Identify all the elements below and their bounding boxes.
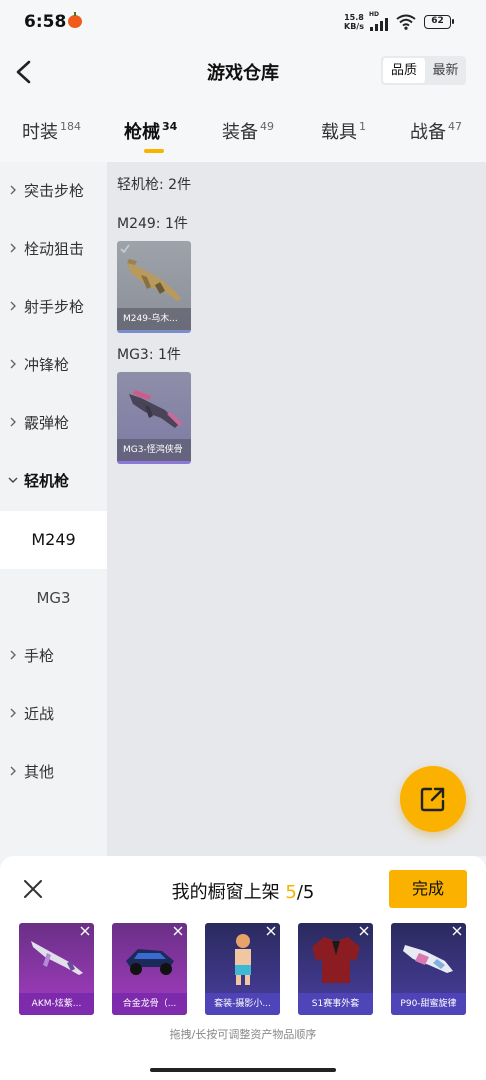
showcase-item-name: S1赛事外套 [298, 993, 373, 1015]
remove-icon[interactable] [173, 926, 183, 936]
jacket-skin-image [312, 937, 360, 983]
sidebar-item-smg[interactable]: 冲锋枪 [0, 336, 107, 394]
showcase-slot-akm[interactable]: AKM-炫紫... [19, 923, 94, 1015]
vehicle-skin-image [126, 949, 174, 975]
reorder-hint: 拖拽/长按可调整资产物品顺序 [169, 1028, 317, 1041]
p90-skin-image [403, 945, 453, 973]
sidebar-subitem-mg3[interactable]: MG3 [0, 569, 107, 627]
remove-icon[interactable] [359, 926, 369, 936]
sidebar-item-pistol[interactable]: 手枪 [0, 627, 107, 685]
tab-combat-supplies[interactable]: 战备 47 [410, 118, 462, 148]
chevron-right-icon [10, 708, 16, 718]
showcase-item-name: 套装-摄影小... [205, 993, 280, 1015]
item-list-panel: 轻机枪: 2件 M249: 1件 M249-乌木... MG3: 1件 MG3-… [107, 162, 486, 856]
weapon-type-sidebar: 突击步枪 栓动狙击 射手步枪 冲锋枪 霰弹枪 轻机枪 M249 MG3 手枪 近… [0, 162, 107, 856]
tab-costume[interactable]: 时装 184 [22, 118, 81, 148]
share-fab-button[interactable] [400, 766, 466, 832]
showcase-item-name: AKM-炫紫... [19, 993, 94, 1015]
showcase-slot-outfit[interactable]: 套装-摄影小... [205, 923, 280, 1015]
category-summary: 轻机枪: 2件 [117, 177, 192, 193]
sidebar-item-other[interactable]: 其他 [0, 743, 107, 801]
tab-firearms[interactable]: 枪械 34 [124, 118, 177, 153]
showcase-item-name: P90-甜蜜旋律 [391, 993, 466, 1015]
signal-icon [370, 17, 390, 31]
m249-skin-image [127, 259, 181, 301]
sort-latest-button[interactable]: 最新 [425, 56, 466, 85]
sidebar-item-shotgun[interactable]: 霰弹枪 [0, 394, 107, 452]
remove-icon[interactable] [452, 926, 462, 936]
network-speed: 15.8 KB/s [344, 13, 364, 31]
akm-skin-image [31, 941, 83, 975]
chevron-right-icon [10, 301, 16, 311]
pumpkin-icon [68, 12, 82, 28]
status-bar: 6:58 15.8 KB/s HD 62 [0, 0, 486, 46]
mg3-skin-image [129, 390, 183, 428]
chevron-right-icon [10, 243, 16, 253]
chevron-right-icon [10, 766, 16, 776]
chevron-right-icon [10, 359, 16, 369]
tab-vehicles[interactable]: 载具 1 [321, 118, 366, 148]
item-card-mg3[interactable]: MG3-怪鸿侠骨 [117, 372, 191, 464]
home-indicator[interactable] [150, 1068, 336, 1072]
sort-toggle: 品质 最新 [381, 56, 466, 85]
item-name: MG3-怪鸿侠骨 [117, 439, 191, 461]
chevron-right-icon [10, 650, 16, 660]
wifi-icon [396, 14, 416, 30]
category-tabs: 时装 184 枪械 34 装备 49 载具 1 战备 47 [0, 100, 486, 162]
sidebar-item-marksman-rifle[interactable]: 射手步枪 [0, 278, 107, 336]
app-header: 游戏仓库 品质 最新 [0, 46, 486, 100]
item-card-m249[interactable]: M249-乌木... [117, 241, 191, 333]
done-button[interactable]: 完成 [389, 870, 467, 908]
sidebar-item-assault-rifle[interactable]: 突击步枪 [0, 162, 107, 220]
showcase-panel: 我的橱窗上架 5/5 完成 AKM-炫紫... 合金龙骨（... 套装-摄影小.… [0, 856, 486, 1080]
active-tab-indicator [144, 149, 164, 153]
chevron-right-icon [10, 417, 16, 427]
sidebar-item-melee[interactable]: 近战 [0, 685, 107, 743]
remove-icon[interactable] [266, 926, 276, 936]
sidebar-item-bolt-sniper[interactable]: 栓动狙击 [0, 220, 107, 278]
showcase-slot-alloy[interactable]: 合金龙骨（... [112, 923, 187, 1015]
battery-icon: 62 [424, 15, 454, 29]
group-heading-mg3: MG3: 1件 [117, 347, 181, 363]
showcase-item-name: 合金龙骨（... [112, 993, 187, 1015]
chevron-right-icon [10, 185, 16, 195]
remove-icon[interactable] [80, 926, 90, 936]
outfit-skin-image [235, 934, 251, 985]
tab-equipment[interactable]: 装备 49 [222, 118, 274, 148]
sidebar-subitem-m249[interactable]: M249 [0, 511, 107, 569]
chevron-down-icon [8, 477, 18, 483]
sort-quality-button[interactable]: 品质 [383, 58, 425, 83]
item-name: M249-乌木... [117, 308, 191, 330]
sidebar-item-lmg[interactable]: 轻机枪 [0, 452, 107, 510]
group-heading-m249: M249: 1件 [117, 216, 188, 232]
showcase-slot-p90[interactable]: P90-甜蜜旋律 [391, 923, 466, 1015]
status-time: 6:58 [24, 12, 67, 32]
share-export-icon [420, 787, 445, 812]
showcase-slot-jacket[interactable]: S1赛事外套 [298, 923, 373, 1015]
